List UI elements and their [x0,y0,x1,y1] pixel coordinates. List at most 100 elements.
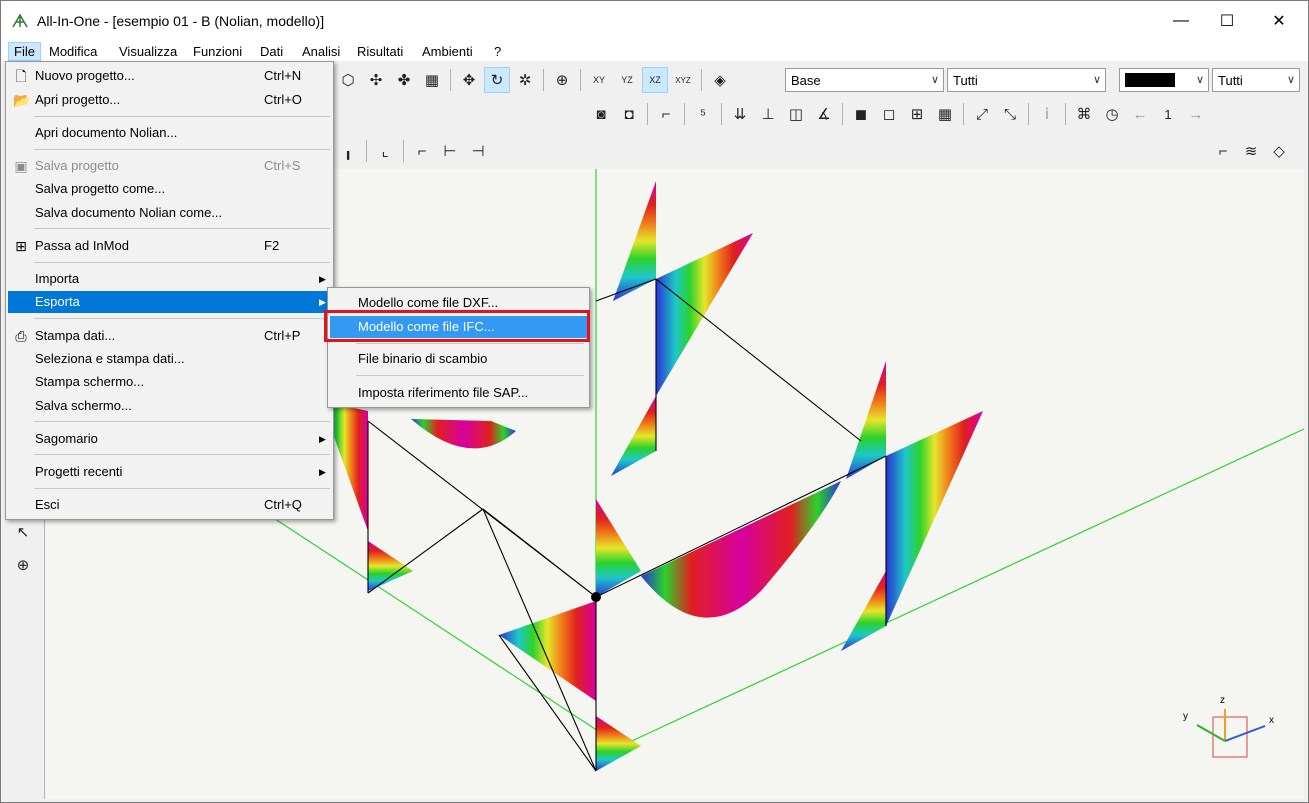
toolbar-separator [450,69,451,91]
distributed-load-icon[interactable]: ⇊ [727,101,753,127]
menu-separator [356,375,584,376]
menu-visualizza[interactable]: Visualizza [114,42,182,61]
node-view-icon[interactable]: ✣ [363,67,389,93]
maximize-button[interactable]: ☐ [1204,1,1250,41]
window-title: All-In-One - [esempio 01 - B (Nolian, mo… [37,13,325,29]
grid-four-icon[interactable]: ⊞ [904,101,930,127]
axis-x-label: x [1269,715,1274,726]
menu-item-nuovo-progetto[interactable]: 🗋 Nuovo progetto... Ctrl+N [8,65,331,87]
toolbar-separator [580,69,581,91]
menu-separator [34,228,330,229]
menu-help[interactable]: ? [489,42,506,61]
constraint-icon[interactable]: ⊥ [755,101,781,127]
menu-separator [356,343,584,344]
next-icon[interactable]: → [1183,101,1209,127]
menu-funzioni[interactable]: Funzioni [188,42,247,61]
frame-icon[interactable]: ╻ [335,138,361,164]
model-view-icon[interactable]: ⬡ [335,67,361,93]
layers-icon[interactable]: ◈ [707,67,733,93]
zoom-icon[interactable]: ⊕ [10,552,36,578]
menu-item-salva-progetto[interactable]: ▣ Salva progetto Ctrl+S [8,155,331,177]
menu-item-salva-progetto-come[interactable]: Salva progetto come... [8,178,331,200]
menu-item-sagomario[interactable]: Sagomario ▶ [8,428,331,450]
animation-icon[interactable]: ⌘ [1071,101,1097,127]
menu-analisi[interactable]: Analisi [297,42,345,61]
orbit-icon[interactable]: ✲ [512,67,538,93]
axis-gizmo [1196,709,1266,758]
pan-icon[interactable]: ✥ [456,67,482,93]
view-xy-icon[interactable]: XY [586,67,612,93]
step-counter: 1 [1164,106,1172,122]
view-yz-icon[interactable]: YZ [614,67,640,93]
color-combo[interactable]: ∨ [1119,68,1209,92]
beam-minus-icon[interactable]: ⊢ [437,138,463,164]
submenu-item-sap[interactable]: Imposta riferimento file SAP... [330,382,587,404]
menu-item-esporta[interactable]: Esporta ▶ [8,291,331,313]
menu-dati[interactable]: Dati [255,42,288,61]
menu-item-salva-schermo[interactable]: Salva schermo... [8,395,331,417]
film-icon[interactable]: ▦ [419,67,445,93]
solid-cube-icon[interactable]: ◼ [848,101,874,127]
view-xyz-icon[interactable]: XYZ [670,67,696,93]
menu-bar: File Modifica Visualizza Funzioni Dati A… [1,41,1308,61]
menu-file[interactable]: File [8,42,41,61]
menu-ambienti[interactable]: Ambienti [417,42,478,61]
grid-filled-icon[interactable]: ▦ [932,101,958,127]
beam-view-icon[interactable]: ✤ [391,67,417,93]
toolbar-separator [842,103,843,125]
clock-icon[interactable]: ◷ [1099,101,1125,127]
menu-item-esci[interactable]: Esci Ctrl+Q [8,494,331,516]
save-icon: ▣ [14,158,28,174]
expand-query-icon[interactable]: ⤢ [969,101,995,127]
diamond-icon[interactable]: ◇ [1266,138,1292,164]
menu-item-salva-documento-nolian-come[interactable]: Salva documento Nolian come... [8,202,331,224]
rotate-icon[interactable]: ↻ [484,67,510,93]
chart-axes-icon[interactable]: ⌞ [372,138,398,164]
filter-combo-value: Tutti [1218,72,1243,88]
toolbar-separator [1065,103,1066,125]
panel-icon[interactable]: ◫ [783,101,809,127]
group-combo[interactable]: Tutti ∨ [947,68,1106,92]
menu-item-passa-ad-inmod[interactable]: ⊞ Passa ad InMod F2 [8,235,331,257]
menu-item-stampa-schermo[interactable]: Stampa schermo... [8,371,331,393]
previous-icon[interactable]: ← [1127,101,1153,127]
menu-item-importa[interactable]: Importa ▶ [8,268,331,290]
chevron-down-icon: ∨ [930,74,939,86]
select-arrow-icon[interactable]: ↖ [10,519,36,545]
view-xz-icon[interactable]: XZ [642,67,668,93]
load-value-icon[interactable]: ⁵ [690,101,716,127]
menu-separator [34,421,330,422]
wire-cube-icon[interactable]: ◻ [876,101,902,127]
minimize-button[interactable]: — [1158,1,1204,41]
node-edit-icon[interactable]: ⌐ [653,101,679,127]
menu-item-apri-documento-nolian[interactable]: Apri documento Nolian... [8,122,331,144]
menu-separator [34,262,330,263]
node-select-icon[interactable]: ⌐ [409,138,435,164]
layer-combo-value: Base [791,72,821,88]
filter-combo[interactable]: Tutti ∨ [1212,68,1300,92]
new-document-icon: 🗋 [15,68,27,84]
menu-modifica[interactable]: Modifica [44,42,102,61]
spring-icon[interactable]: ≋ [1238,138,1264,164]
menu-item-apri-progetto[interactable]: 📂 Apri progetto... Ctrl+O [8,89,331,111]
section-3d-icon[interactable]: ◘ [616,101,642,127]
app-logo-icon [12,13,28,28]
zoom-extents-icon[interactable]: ⊕ [549,67,575,93]
collapse-query-icon[interactable]: ⤡ [997,101,1023,127]
pointer-disabled-icon[interactable]: ⅰ [1034,101,1060,127]
submenu-item-binario[interactable]: File binario di scambio [330,348,587,370]
hook-icon[interactable]: ⌐ [1210,138,1236,164]
section-icon[interactable]: ◙ [588,101,614,127]
menu-item-stampa-dati[interactable]: ⎙ Stampa dati... Ctrl+P [8,325,331,347]
title-bar[interactable]: All-In-One - [esempio 01 - B (Nolian, mo… [1,1,1308,41]
submenu-arrow-icon: ▶ [319,274,326,284]
angle-icon[interactable]: ∡ [811,101,837,127]
menu-risultati[interactable]: Risultati [352,42,408,61]
close-button[interactable]: ✕ [1256,1,1302,41]
menu-item-progetti-recenti[interactable]: Progetti recenti ▶ [8,461,331,483]
beam-plus-icon[interactable]: ⊣ [465,138,491,164]
export-submenu: Modello come file DXF... Modello come fi… [327,287,590,408]
layer-combo[interactable]: Base ∨ [785,68,944,92]
menu-item-seleziona-e-stampa-dati[interactable]: Seleziona e stampa dati... [8,348,331,370]
toolbar-separator [684,103,685,125]
